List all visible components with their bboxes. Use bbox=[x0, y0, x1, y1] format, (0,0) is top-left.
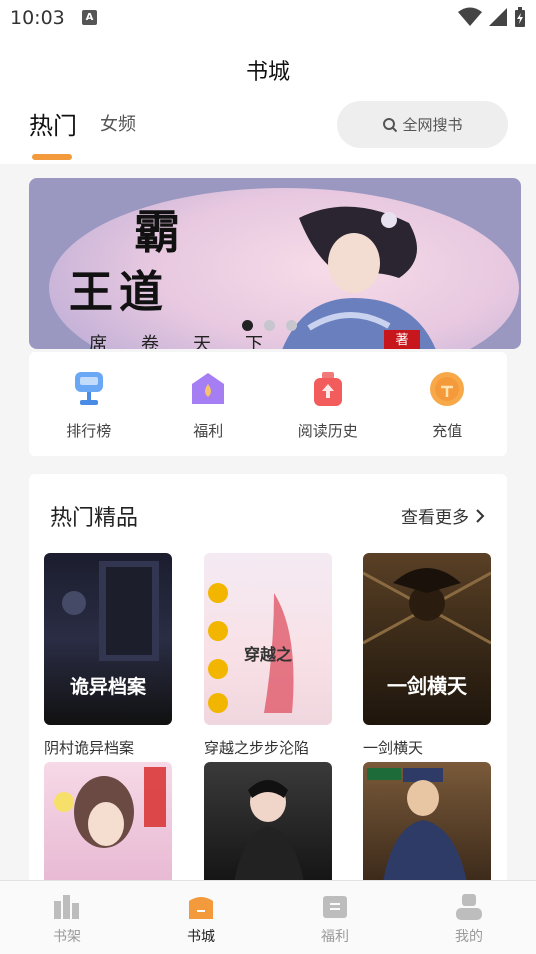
search-button[interactable]: 全网搜书 bbox=[337, 101, 508, 148]
active-tab-indicator bbox=[32, 154, 72, 160]
quick-entry-ranking[interactable]: 排行榜 bbox=[29, 352, 149, 456]
banner-seal: 著 bbox=[384, 330, 420, 349]
tab-hot[interactable]: 热门 bbox=[29, 106, 77, 141]
system-indicators bbox=[458, 7, 526, 27]
book-cover-title: 一剑横天 bbox=[387, 674, 467, 698]
banner-calligraphy-1: 霸 bbox=[134, 205, 180, 259]
nav-label: 福利 bbox=[321, 929, 349, 945]
nav-bookstore[interactable]: 书城 bbox=[134, 881, 268, 954]
book-title: 一剑横天 bbox=[363, 739, 424, 757]
quick-entry-bar: 排行榜 福利 阅读历史 充值 bbox=[29, 352, 507, 456]
quick-entry-recharge[interactable]: 充值 bbox=[388, 352, 508, 456]
search-icon bbox=[383, 117, 398, 132]
page-header: 书城 热门 女频 全网搜书 bbox=[0, 36, 536, 164]
bottom-navigation: 书架 书城 福利 我的 bbox=[0, 880, 536, 954]
book-title: 阴村诡异档案 bbox=[44, 739, 135, 757]
book-cover: 一剑横天 bbox=[363, 553, 491, 725]
book-cover-title: 穿越之 bbox=[243, 645, 292, 664]
book-title: 穿越之步步沦陷 bbox=[204, 739, 310, 757]
notification-icon: A bbox=[82, 10, 97, 25]
banner-bottom-text: 席卷天下 bbox=[89, 334, 297, 349]
book-cover bbox=[44, 762, 172, 882]
bookstore-icon bbox=[189, 897, 213, 919]
carousel-dot[interactable] bbox=[264, 320, 275, 331]
see-more-link[interactable]: 查看更多 bbox=[401, 503, 485, 528]
profile-icon bbox=[456, 894, 482, 920]
book-cover bbox=[363, 762, 491, 882]
nav-label: 书城 bbox=[187, 929, 215, 945]
status-bar: 10:03 A bbox=[0, 0, 536, 36]
quick-entry-label: 阅读历史 bbox=[297, 422, 358, 440]
see-more-label: 查看更多 bbox=[401, 508, 469, 528]
book-cover: 穿越之 bbox=[204, 553, 332, 725]
quick-entry-label: 排行榜 bbox=[66, 422, 112, 440]
quick-entry-label: 福利 bbox=[193, 422, 224, 440]
banner-calligraphy-2: 王道 bbox=[69, 267, 169, 318]
welfare-icon bbox=[323, 896, 347, 918]
nav-welfare[interactable]: 福利 bbox=[268, 881, 402, 954]
nav-label: 书架 bbox=[53, 929, 81, 945]
nav-label: 我的 bbox=[455, 929, 483, 945]
tab-female[interactable]: 女频 bbox=[100, 110, 136, 136]
nav-bookshelf[interactable]: 书架 bbox=[0, 881, 134, 954]
quick-entry-welfare[interactable]: 福利 bbox=[149, 352, 269, 456]
coin-icon bbox=[428, 370, 466, 408]
wifi-icon bbox=[458, 7, 482, 26]
carousel-dots bbox=[242, 320, 297, 331]
book-cover bbox=[204, 762, 332, 882]
quick-entry-history[interactable]: 阅读历史 bbox=[268, 352, 388, 456]
book-item[interactable]: 一剑横天 一剑横天 bbox=[363, 553, 491, 758]
carousel-dot[interactable] bbox=[242, 320, 253, 331]
book-item[interactable] bbox=[44, 762, 172, 882]
status-time: 10:03 bbox=[10, 7, 65, 29]
book-cover: 诡异档案 bbox=[44, 553, 172, 725]
chevron-right-icon bbox=[476, 508, 485, 523]
book-cover-title: 诡异档案 bbox=[69, 676, 146, 698]
book-item[interactable] bbox=[363, 762, 491, 882]
signal-icon bbox=[489, 8, 507, 26]
page-title: 书城 bbox=[245, 60, 290, 85]
book-item[interactable]: 诡异档案 阴村诡异档案 bbox=[44, 553, 172, 758]
book-item[interactable]: 穿越之 穿越之步步沦陷 bbox=[204, 553, 332, 758]
quick-entry-label: 充值 bbox=[432, 422, 463, 440]
section-title: 热门精品 bbox=[50, 506, 139, 531]
gift-house-icon bbox=[189, 370, 227, 408]
history-bag-icon bbox=[309, 370, 347, 408]
carousel-dot[interactable] bbox=[286, 320, 297, 331]
nav-profile[interactable]: 我的 bbox=[402, 881, 536, 954]
trophy-icon bbox=[70, 370, 108, 408]
search-button-label: 全网搜书 bbox=[402, 116, 463, 134]
battery-icon bbox=[515, 7, 525, 27]
bookshelf-icon bbox=[54, 895, 79, 919]
book-item[interactable] bbox=[204, 762, 332, 882]
